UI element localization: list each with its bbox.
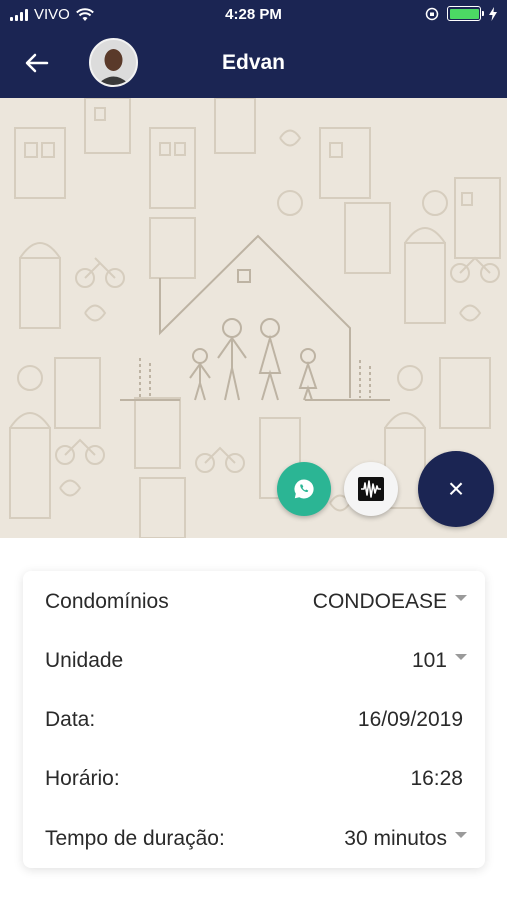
form-row-data[interactable]: Data: 16/09/2019: [23, 699, 485, 739]
contact-name: Edvan: [221, 51, 286, 74]
whatsapp-button[interactable]: [277, 462, 331, 516]
caret-down-icon[interactable]: [455, 832, 467, 838]
row-label: Condomínios: [45, 590, 169, 613]
condominio-select[interactable]: CONDOEASE: [313, 590, 447, 614]
form-row-condominio[interactable]: Condomínios CONDOEASE: [23, 581, 485, 621]
close-icon: ×: [447, 473, 465, 504]
date-field[interactable]: 16/09/2019: [358, 708, 463, 732]
status-bar: VIVO 4:28 PM: [0, 0, 507, 30]
chat-header: Edvan: [0, 30, 507, 98]
status-right: [425, 6, 497, 21]
form-row-unidade[interactable]: Unidade 101: [23, 640, 485, 680]
app-top-bar: VIVO 4:28 PM Edvan: [0, 0, 507, 98]
form-row-duracao[interactable]: Tempo de duração: 30 minutos: [23, 818, 485, 858]
battery-icon: [447, 6, 484, 21]
form-row-horario[interactable]: Horário: 16:28: [23, 758, 485, 798]
row-label: Unidade: [45, 649, 124, 672]
charging-icon: [489, 6, 497, 21]
audio-button[interactable]: [344, 462, 398, 516]
row-label: Data:: [45, 708, 96, 731]
duration-select[interactable]: 30 minutos: [344, 827, 447, 851]
unidade-select[interactable]: 101: [412, 649, 447, 673]
time-field[interactable]: 16:28: [410, 767, 463, 791]
row-label: Tempo de duração:: [45, 827, 225, 850]
row-label: Horário:: [45, 767, 120, 790]
audio-wave-icon: [358, 477, 384, 501]
visit-form-card: Condomínios CONDOEASE Unidade 101 Data: …: [23, 571, 485, 868]
caret-down-icon[interactable]: [455, 595, 467, 601]
orientation-lock-icon: [425, 7, 439, 20]
caret-down-icon[interactable]: [455, 654, 467, 660]
whatsapp-icon: [294, 479, 314, 499]
close-button[interactable]: ×: [418, 451, 494, 527]
